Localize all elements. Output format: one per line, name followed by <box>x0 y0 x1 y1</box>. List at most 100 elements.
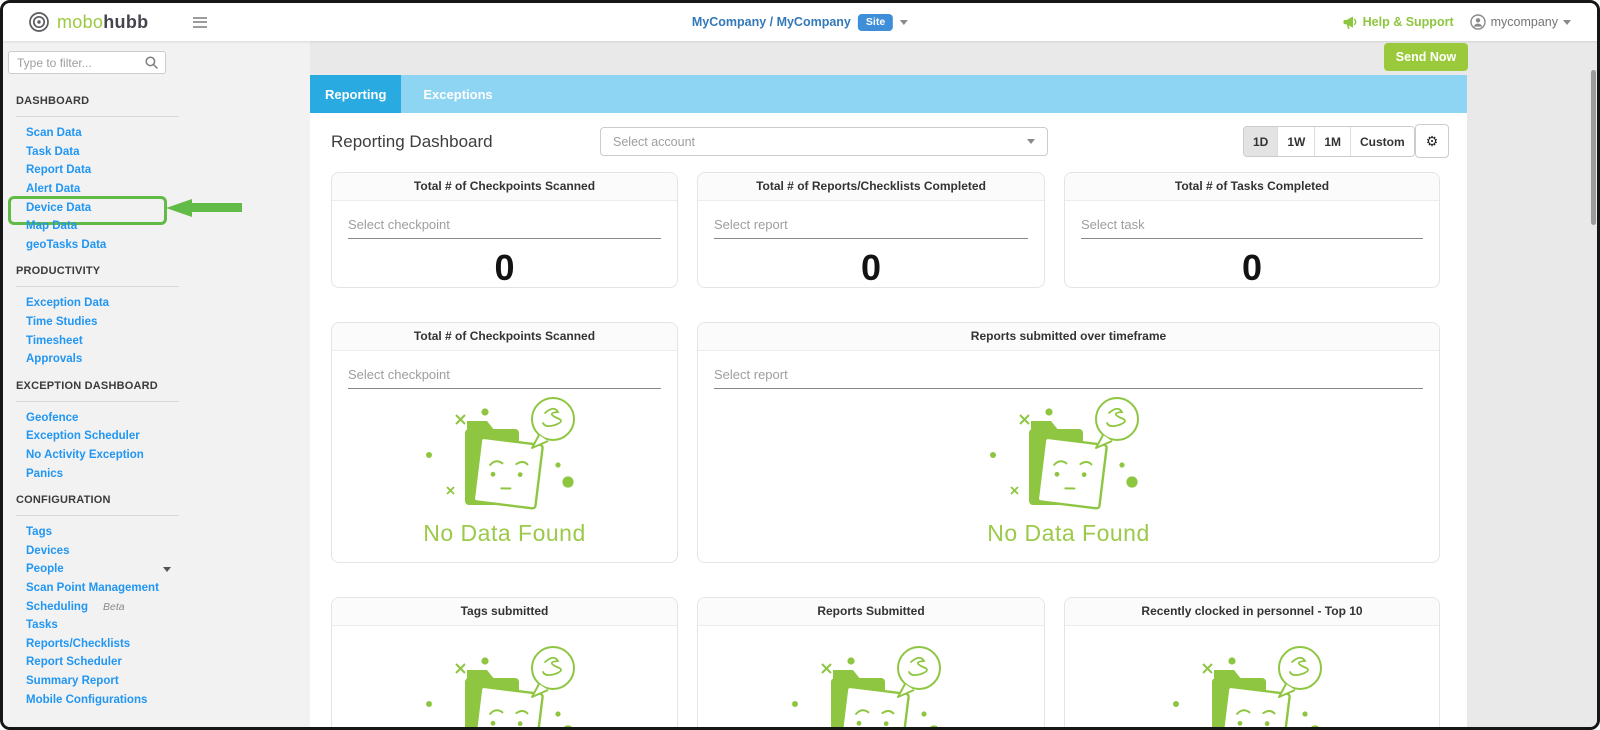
task-select[interactable] <box>1081 216 1423 239</box>
scrollbar[interactable] <box>1590 41 1597 727</box>
sidebar-section: EXCEPTION DASHBOARD Geofence Exception Sch… <box>3 369 310 483</box>
account-select[interactable] <box>600 127 1048 156</box>
sidebar-item-people[interactable]: People <box>3 560 310 579</box>
sidebar-item-label: Devices <box>26 545 69 557</box>
sidebar-item-label: Task Data <box>26 146 79 158</box>
card-title: Total # of Tasks Completed <box>1065 173 1439 201</box>
megaphone-icon <box>1343 16 1358 29</box>
sidebar-item-label: Exception Scheduler <box>26 430 140 442</box>
section-divider <box>16 116 179 117</box>
card-title: Reports submitted over timeframe <box>698 323 1439 351</box>
card-reports-submitted: Reports Submitted <box>697 597 1045 727</box>
report-select[interactable] <box>714 216 1028 239</box>
sidebar-item-label: Reports/Checklists <box>26 638 130 650</box>
stat-value: 0 <box>698 247 1044 288</box>
sidebar-item-label: Time Studies <box>26 316 97 328</box>
sidebar-item-geotasks-data[interactable]: geoTasks Data <box>3 236 310 255</box>
sidebar-item-devices[interactable]: Devices <box>3 542 310 561</box>
sidebar-item-scan-data[interactable]: Scan Data <box>3 124 310 143</box>
sidebar-nav: DASHBOARDScan DataTask DataReport DataAl… <box>3 84 310 709</box>
stat-card-reports: Total # of Reports/Checklists Completed … <box>697 172 1045 288</box>
sidebar-item-approvals[interactable]: Approvals <box>3 350 310 369</box>
filter-input[interactable] <box>17 56 145 70</box>
main-area: Send Now Reporting Exceptions Reporting … <box>310 41 1597 727</box>
sidebar-item-label: Report Scheduler <box>26 656 122 668</box>
range-button-1d[interactable]: 1D <box>1244 127 1277 156</box>
sidebar-section-title: PRODUCTIVITY <box>3 254 310 277</box>
chevron-down-icon[interactable] <box>163 567 171 572</box>
top-right-actions: Help & Support mycompany <box>1343 14 1597 30</box>
tab-reporting[interactable]: Reporting <box>310 75 401 113</box>
sidebar-item-scan-point-management[interactable]: Scan Point Management <box>3 579 310 598</box>
mobohubb-logo[interactable]: mobohubb <box>3 11 148 33</box>
report-select-input[interactable] <box>714 217 1028 238</box>
sidebar-section-title: EXCEPTION DASHBOARD <box>3 369 310 392</box>
sidebar-section: DASHBOARDScan DataTask DataReport DataAl… <box>3 84 310 254</box>
sidebar-item-geofence[interactable]: Geofence <box>3 409 310 428</box>
no-data-folder-illustration <box>1166 642 1338 727</box>
sidebar-item-reports-checklists[interactable]: Reports/Checklists <box>3 634 310 653</box>
sidebar-item-panics[interactable]: Panics <box>3 464 310 483</box>
time-range-group: 1D 1W 1M Custom <box>1243 126 1415 157</box>
page-title: Reporting Dashboard <box>331 132 493 152</box>
no-data-illustration <box>419 393 591 520</box>
section-divider <box>16 286 179 287</box>
account-menu[interactable]: mycompany <box>1470 14 1571 30</box>
sidebar-item-scheduling[interactable]: SchedulingBeta <box>3 597 310 616</box>
settings-button[interactable]: ⚙ <box>1415 124 1449 158</box>
beta-badge: Beta <box>103 601 125 613</box>
sidebar-item-summary-report[interactable]: Summary Report <box>3 672 310 691</box>
sidebar-item-timesheet[interactable]: Timesheet <box>3 331 310 350</box>
report-select-input[interactable] <box>714 367 1423 388</box>
range-button-custom[interactable]: Custom <box>1350 127 1414 156</box>
sidebar-item-label: No Activity Exception <box>26 449 144 461</box>
sidebar-item-label: People <box>26 563 64 575</box>
sidebar-item-map-data[interactable]: Map Data <box>3 217 310 236</box>
checkpoint-select-input[interactable] <box>348 367 661 388</box>
sidebar-item-label: geoTasks Data <box>26 239 106 251</box>
sidebar-item-exception-scheduler[interactable]: Exception Scheduler <box>3 427 310 446</box>
send-now-button[interactable]: Send Now <box>1384 43 1468 71</box>
sidebar-item-report-data[interactable]: Report Data <box>3 161 310 180</box>
no-data-illustration <box>785 642 957 727</box>
sidebar-section: PRODUCTIVITY Exception Data Time Studies Ti… <box>3 254 310 368</box>
user-icon <box>1470 14 1486 30</box>
sidebar-item-label: Summary Report <box>26 675 119 687</box>
range-button-1m[interactable]: 1M <box>1314 127 1350 156</box>
sidebar-item-tasks[interactable]: Tasks <box>3 616 310 635</box>
hamburger-menu-icon[interactable] <box>193 17 207 28</box>
sidebar-filter[interactable] <box>8 51 166 74</box>
sidebar-item-label: Geofence <box>26 412 78 424</box>
sidebar-section-title: CONFIGURATION <box>3 483 310 506</box>
sidebar-item-report-scheduler[interactable]: Report Scheduler <box>3 653 310 672</box>
help-support-link[interactable]: Help & Support <box>1343 15 1454 29</box>
card-title: Recently clocked in personnel - Top 10 <box>1065 598 1439 626</box>
panel-header: Reporting Dashboard 1D 1W 1M Custom ⚙ <box>310 113 1467 172</box>
checkpoint-select-input[interactable] <box>348 217 661 238</box>
sidebar-item-no-activity-exception[interactable]: No Activity Exception <box>3 446 310 465</box>
task-select-input[interactable] <box>1081 217 1423 238</box>
sidebar-item-label: Exception Data <box>26 297 109 309</box>
card-title: Reports Submitted <box>698 598 1044 626</box>
tab-exceptions[interactable]: Exceptions <box>408 75 507 113</box>
sidebar-item-label: Device Data <box>26 202 91 214</box>
sidebar-section: CONFIGURATION Tags Devices People Scan Point… <box>3 483 310 709</box>
card-title: Total # of Checkpoints Scanned <box>332 323 677 351</box>
account-select-input[interactable] <box>613 135 1027 149</box>
sidebar-item-time-studies[interactable]: Time Studies <box>3 313 310 332</box>
stat-value: 0 <box>1065 247 1439 288</box>
sidebar-item-mobile-configurations[interactable]: Mobile Configurations <box>3 690 310 709</box>
company-site-selector[interactable]: MyCompany / MyCompany Site <box>692 14 908 31</box>
checkpoint-select[interactable] <box>348 216 661 239</box>
range-button-1w[interactable]: 1W <box>1277 127 1314 156</box>
sidebar-item-device-data[interactable]: Device Data <box>3 198 310 217</box>
checkpoint-select[interactable] <box>348 366 661 389</box>
report-select[interactable] <box>714 366 1423 389</box>
search-icon <box>145 56 158 69</box>
sidebar-item-task-data[interactable]: Task Data <box>3 143 310 162</box>
scrollbar-thumb[interactable] <box>1591 70 1596 225</box>
no-data-illustration <box>419 642 591 727</box>
sidebar-item-exception-data[interactable]: Exception Data <box>3 294 310 313</box>
sidebar-item-tags[interactable]: Tags <box>3 523 310 542</box>
sidebar-item-label: Approvals <box>26 353 82 365</box>
